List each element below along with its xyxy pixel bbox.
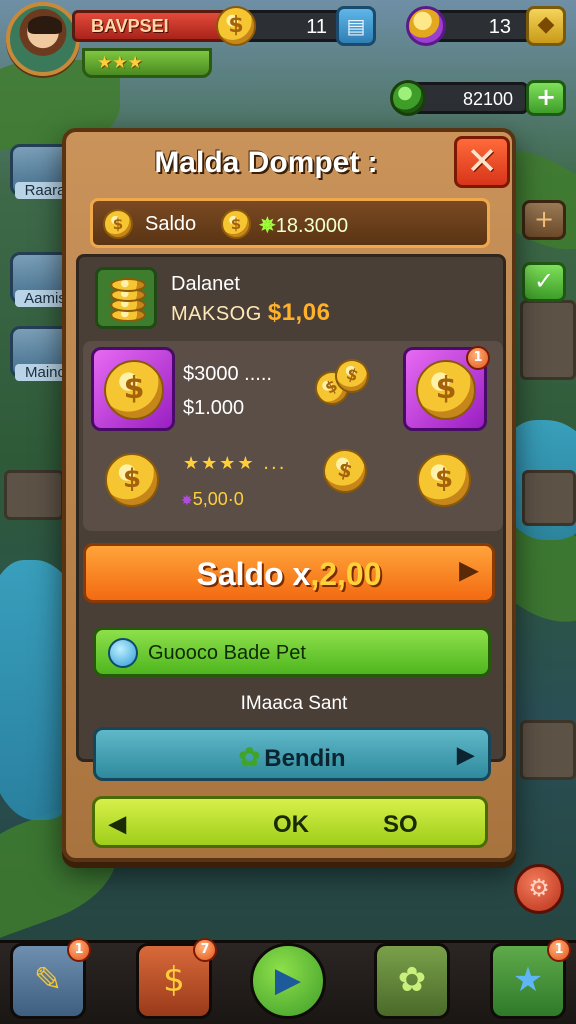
primary-button-label: Saldo x — [196, 556, 311, 592]
temple-ruin — [520, 300, 576, 380]
bendin-button[interactable]: ✿ Bendin ▶ — [93, 727, 491, 781]
green-gem-icon — [390, 80, 426, 116]
notification-badge: 1 — [466, 346, 490, 370]
leaf-icon — [108, 638, 138, 668]
saldo-value: ✵18.3000 — [259, 213, 348, 238]
bonus-value: 5,00·0 — [192, 489, 244, 509]
nav-favorites-button[interactable]: ★ 1 — [490, 938, 571, 1019]
gem-count: 13 — [488, 16, 511, 38]
nav-map-button[interactable]: ✿ — [374, 943, 450, 1019]
nav-shop-button[interactable]: $ 7 — [136, 938, 217, 1019]
ok-button[interactable]: ◀ OK SO — [92, 796, 488, 848]
reward-amount: $3000 ..... — [183, 363, 272, 385]
stone-block — [520, 720, 576, 780]
saldo-value-prefix: ✵ — [259, 215, 276, 237]
stone-block — [4, 470, 64, 520]
saldo-multiplier-button[interactable]: Saldo x,2,00 ▶ — [83, 543, 495, 603]
green-currency-count: 82100 — [462, 89, 513, 109]
bottom-navigation: ✎ 1 $ 7 ▶ ✿ ★ 1 — [0, 938, 576, 1024]
saldo-label: Saldo — [145, 213, 197, 235]
play-icon: ▶ — [274, 960, 302, 1000]
wallet-dialog: Malda Dompet : ✕ $ Saldo $ ✵18.3000 Dala… — [62, 128, 516, 862]
saldo-bar: $ Saldo $ ✵18.3000 — [90, 198, 490, 248]
arrow-left-icon: ◀ — [109, 811, 126, 836]
coin-icon: $ — [318, 444, 372, 498]
coin-icon: $ — [221, 209, 251, 239]
section-subtitle: IMaaca Sant — [240, 693, 348, 714]
balance-subtitle: MAKSOG $1,06 — [171, 299, 330, 327]
coin-count: 11 — [306, 16, 327, 38]
nav-edit-button[interactable]: ✎ 1 — [10, 938, 91, 1019]
stone-block — [522, 470, 576, 526]
notification-badge: 1 — [547, 938, 571, 962]
reward-bonus: ✸5,00·0 — [181, 489, 244, 510]
rewards-area: $ $3000 ..... $1.000 $ $ $ 1 $ ★★★★ ... … — [83, 341, 503, 531]
saldo-amount: 18.3000 — [275, 215, 349, 237]
notification-badge: 7 — [193, 938, 217, 962]
wallet-panel: Dalanet MAKSOG $1,06 $ $3000 ..... $1.00… — [76, 254, 506, 781]
green-button-label: Guooco Bade Pet — [148, 642, 306, 664]
arrow-right-icon: ▶ — [457, 742, 474, 767]
green-currency-counter: 82100 — [410, 82, 528, 114]
reward-card[interactable]: $ — [91, 347, 175, 431]
coin-icon: $ — [417, 453, 471, 507]
reward-stars: ★★★★ ... — [183, 453, 287, 474]
reward-card[interactable]: $ 1 — [403, 346, 490, 431]
nav-play-button[interactable]: ▶ — [250, 943, 326, 1019]
coin-stack-icon — [95, 267, 157, 329]
coin-icon: $ — [105, 453, 159, 507]
sprout-icon: ✿ — [238, 742, 261, 772]
coin-icon: $ — [103, 209, 133, 239]
green-action-button[interactable]: Guooco Bade Pet — [93, 627, 491, 677]
balance-title: Dalanet — [171, 273, 240, 295]
primary-button-value: ,2,00 — [310, 556, 382, 592]
close-icon: ✕ — [466, 139, 498, 183]
coin-icon: $ — [216, 6, 256, 46]
balance-sub-label: MAKSOG — [171, 303, 262, 325]
player-rank-stars: ★★★ — [82, 48, 212, 78]
add-green-currency-button[interactable]: + — [526, 80, 566, 116]
coin-icon: $ — [416, 360, 476, 420]
ok-value: SO — [383, 811, 418, 838]
arrow-right-icon: ▶ — [459, 557, 478, 584]
dialog-title: Malda Dompet : — [154, 146, 378, 179]
player-avatar[interactable] — [6, 2, 80, 76]
close-button[interactable]: ✕ — [454, 136, 510, 188]
ok-label: OK — [273, 811, 309, 838]
side-check-button[interactable]: ✓ — [522, 262, 566, 302]
map-leaf-icon: ✿ — [397, 960, 427, 1000]
spin-button[interactable]: ⚙ — [514, 864, 564, 914]
notification-badge: 1 — [67, 938, 91, 962]
player-name: BAVPSEI — [91, 16, 169, 36]
bonus-icon: ✸ — [181, 492, 193, 508]
coin-shop-button[interactable]: ▤ — [336, 6, 376, 46]
gem-icon — [406, 6, 446, 46]
gem-shop-button[interactable]: ◆ — [526, 6, 566, 46]
coin-icon: $ — [104, 360, 164, 420]
side-add-button[interactable]: + — [522, 200, 566, 240]
teal-button-label: Bendin — [264, 745, 346, 772]
balance-sub-value: $1,06 — [267, 299, 331, 326]
reward-amount: $1.000 — [183, 397, 245, 419]
